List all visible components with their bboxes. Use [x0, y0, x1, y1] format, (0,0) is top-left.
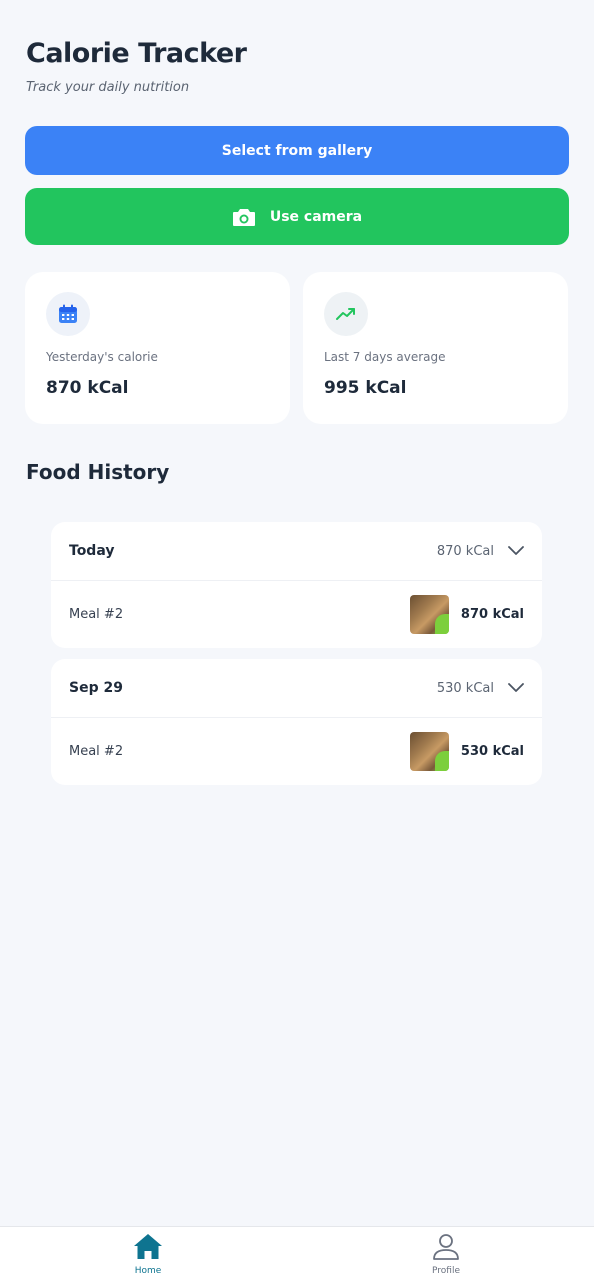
home-screen: Calorie Tracker Track your daily nutriti…	[0, 0, 594, 1280]
day-label: Today	[69, 543, 115, 559]
user-icon	[431, 1233, 461, 1264]
meal-name: Meal #2	[69, 607, 124, 622]
stat-label: Last 7 days average	[324, 350, 446, 364]
trending-up-icon	[324, 292, 368, 336]
meal-photo	[409, 595, 449, 634]
page-title: Calorie Tracker	[26, 38, 247, 69]
day-total: 530 kCal	[436, 680, 494, 696]
meal-kcal: 870 kCal	[460, 607, 524, 622]
nav-home[interactable]: Home	[108, 1233, 188, 1276]
bottom-navigation: Home Profile	[0, 1226, 594, 1280]
day-card-sep-29: Sep 29 530 kCal Meal #2 530 kCal	[51, 659, 542, 785]
meal-name: Meal #2	[69, 744, 124, 759]
nav-profile-label: Profile	[432, 1266, 460, 1276]
day-label: Sep 29	[69, 680, 123, 696]
use-camera-label: Use camera	[269, 208, 363, 225]
stat-label: Yesterday's calorie	[46, 350, 158, 364]
home-icon	[133, 1233, 163, 1264]
meal-kcal: 530 kCal	[460, 744, 524, 759]
calendar-icon	[46, 292, 90, 336]
day-header[interactable]: Today 870 kCal	[51, 522, 542, 581]
select-from-gallery-label: Select from gallery	[221, 142, 373, 159]
chevron-down-icon[interactable]	[508, 546, 524, 556]
meal-row[interactable]: Meal #2 530 kCal	[51, 718, 542, 785]
chevron-down-icon[interactable]	[508, 683, 524, 693]
page-subtitle: Track your daily nutrition	[26, 80, 190, 95]
meal-photo	[409, 732, 449, 771]
weekly-average-card: Last 7 days average 995 kCal	[303, 272, 568, 424]
stat-value: 870 kCal	[46, 378, 129, 398]
nav-profile[interactable]: Profile	[406, 1233, 486, 1276]
food-history-title: Food History	[26, 460, 170, 484]
yesterday-calorie-card: Yesterday's calorie 870 kCal	[25, 272, 290, 424]
select-from-gallery-button[interactable]: Select from gallery	[25, 126, 569, 175]
day-card-today: Today 870 kCal Meal #2 870 kCal	[51, 522, 542, 648]
meal-row[interactable]: Meal #2 870 kCal	[51, 581, 542, 648]
camera-icon	[232, 207, 256, 227]
stat-value: 995 kCal	[324, 378, 407, 398]
day-total: 870 kCal	[436, 543, 494, 559]
use-camera-button[interactable]: Use camera	[25, 188, 569, 245]
day-header[interactable]: Sep 29 530 kCal	[51, 659, 542, 718]
nav-home-label: Home	[134, 1266, 162, 1276]
